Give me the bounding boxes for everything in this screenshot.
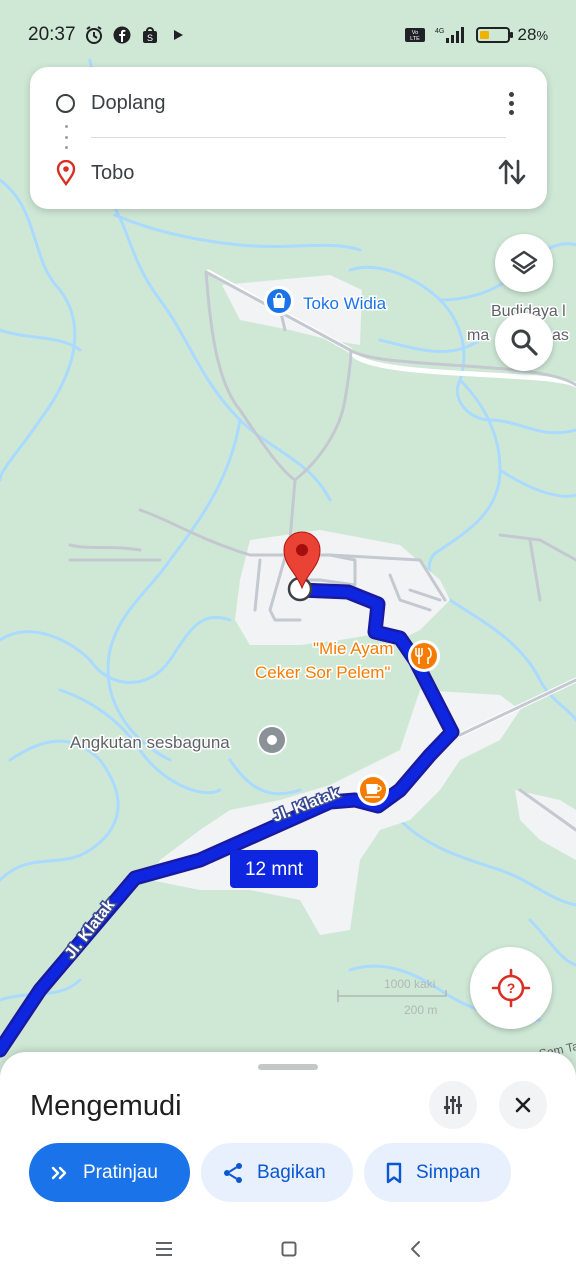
swap-icon[interactable] <box>495 155 529 189</box>
battery-percent: 28% <box>517 25 548 44</box>
origin-row[interactable]: Doplang <box>30 83 547 123</box>
share-button[interactable]: Bagikan <box>201 1143 353 1202</box>
layers-button[interactable] <box>495 234 553 292</box>
svg-text:S: S <box>147 33 153 43</box>
coffee-icon <box>366 784 378 794</box>
menu-icon <box>156 1242 172 1256</box>
restaurant-label[interactable]: "Mie Ayam <box>312 638 395 660</box>
restaurant-poi[interactable] <box>408 640 440 672</box>
origin-text[interactable]: Doplang <box>91 92 166 115</box>
save-button[interactable]: Simpan <box>364 1143 511 1202</box>
alarm-icon <box>84 25 104 45</box>
status-bar: 20:37 S Vo LTE 4G 28% <box>0 0 576 70</box>
volte-icon: Vo LTE <box>404 25 426 45</box>
more-options-icon[interactable] <box>497 89 525 117</box>
svg-text:LTE: LTE <box>410 36 420 42</box>
back-button[interactable] <box>400 1234 430 1264</box>
shop-poi[interactable] <box>264 286 294 316</box>
battery-icon <box>475 27 513 43</box>
back-icon <box>411 1241 420 1257</box>
status-right: Vo LTE 4G 28% <box>404 25 548 45</box>
status-time: 20:37 <box>28 24 76 45</box>
svg-text:?: ? <box>507 980 516 996</box>
my-location-button[interactable]: ? <box>470 947 552 1029</box>
scale-imperial: 1000 kaki <box>384 977 435 991</box>
shopping-bag-icon: S <box>140 25 160 45</box>
route-options-button[interactable] <box>429 1081 477 1129</box>
shop-label[interactable]: Toko Widia <box>302 293 389 315</box>
scale-metric: 200 m <box>404 1003 437 1017</box>
double-chevron-right-icon <box>51 1166 67 1179</box>
svg-text:4G: 4G <box>435 28 444 35</box>
duration-text: 12 mnt <box>245 859 304 880</box>
shopping-bag-icon <box>273 298 285 308</box>
drag-handle[interactable] <box>258 1064 318 1070</box>
search-button[interactable] <box>495 313 553 371</box>
location-pin-icon <box>56 160 76 186</box>
cafe-poi[interactable] <box>357 774 389 806</box>
route-connector <box>64 125 68 149</box>
preview-label: Pratinjau <box>83 1161 158 1183</box>
signal-icon: 4G <box>434 25 468 45</box>
preview-button[interactable]: Pratinjau <box>29 1143 190 1202</box>
transport-label[interactable]: Angkutan sesbaguna <box>69 732 232 754</box>
recent-apps-button[interactable] <box>149 1234 179 1264</box>
transport-poi[interactable] <box>257 725 287 755</box>
origin-circle-icon <box>56 93 75 113</box>
square-icon <box>281 1241 297 1257</box>
close-icon <box>515 1097 531 1113</box>
status-left: 20:37 S <box>28 24 188 46</box>
place-label-partial: ma <box>467 327 489 344</box>
restaurant-label[interactable]: Ceker Sor Pelem" <box>254 662 392 684</box>
layers-icon <box>510 250 538 275</box>
close-button[interactable] <box>499 1081 547 1129</box>
share-label: Bagikan <box>257 1161 326 1183</box>
destination-row[interactable]: Tobo <box>30 153 547 193</box>
home-button[interactable] <box>274 1234 304 1264</box>
route-card: Doplang Tobo <box>30 67 547 209</box>
system-nav-bar <box>0 1220 576 1280</box>
place-icon <box>267 735 277 745</box>
facebook-icon <box>112 25 132 45</box>
place-label-partial: as <box>552 327 569 344</box>
play-icon <box>168 25 188 45</box>
save-label: Simpan <box>416 1161 481 1183</box>
share-icon <box>224 1162 242 1183</box>
search-icon <box>511 329 538 356</box>
sliders-icon <box>444 1096 462 1114</box>
bookmark-icon <box>386 1162 402 1183</box>
destination-text[interactable]: Tobo <box>91 162 134 185</box>
location-unknown-icon: ? <box>491 968 531 1008</box>
mode-title: Mengemudi <box>30 1090 182 1122</box>
route-divider <box>91 137 506 138</box>
